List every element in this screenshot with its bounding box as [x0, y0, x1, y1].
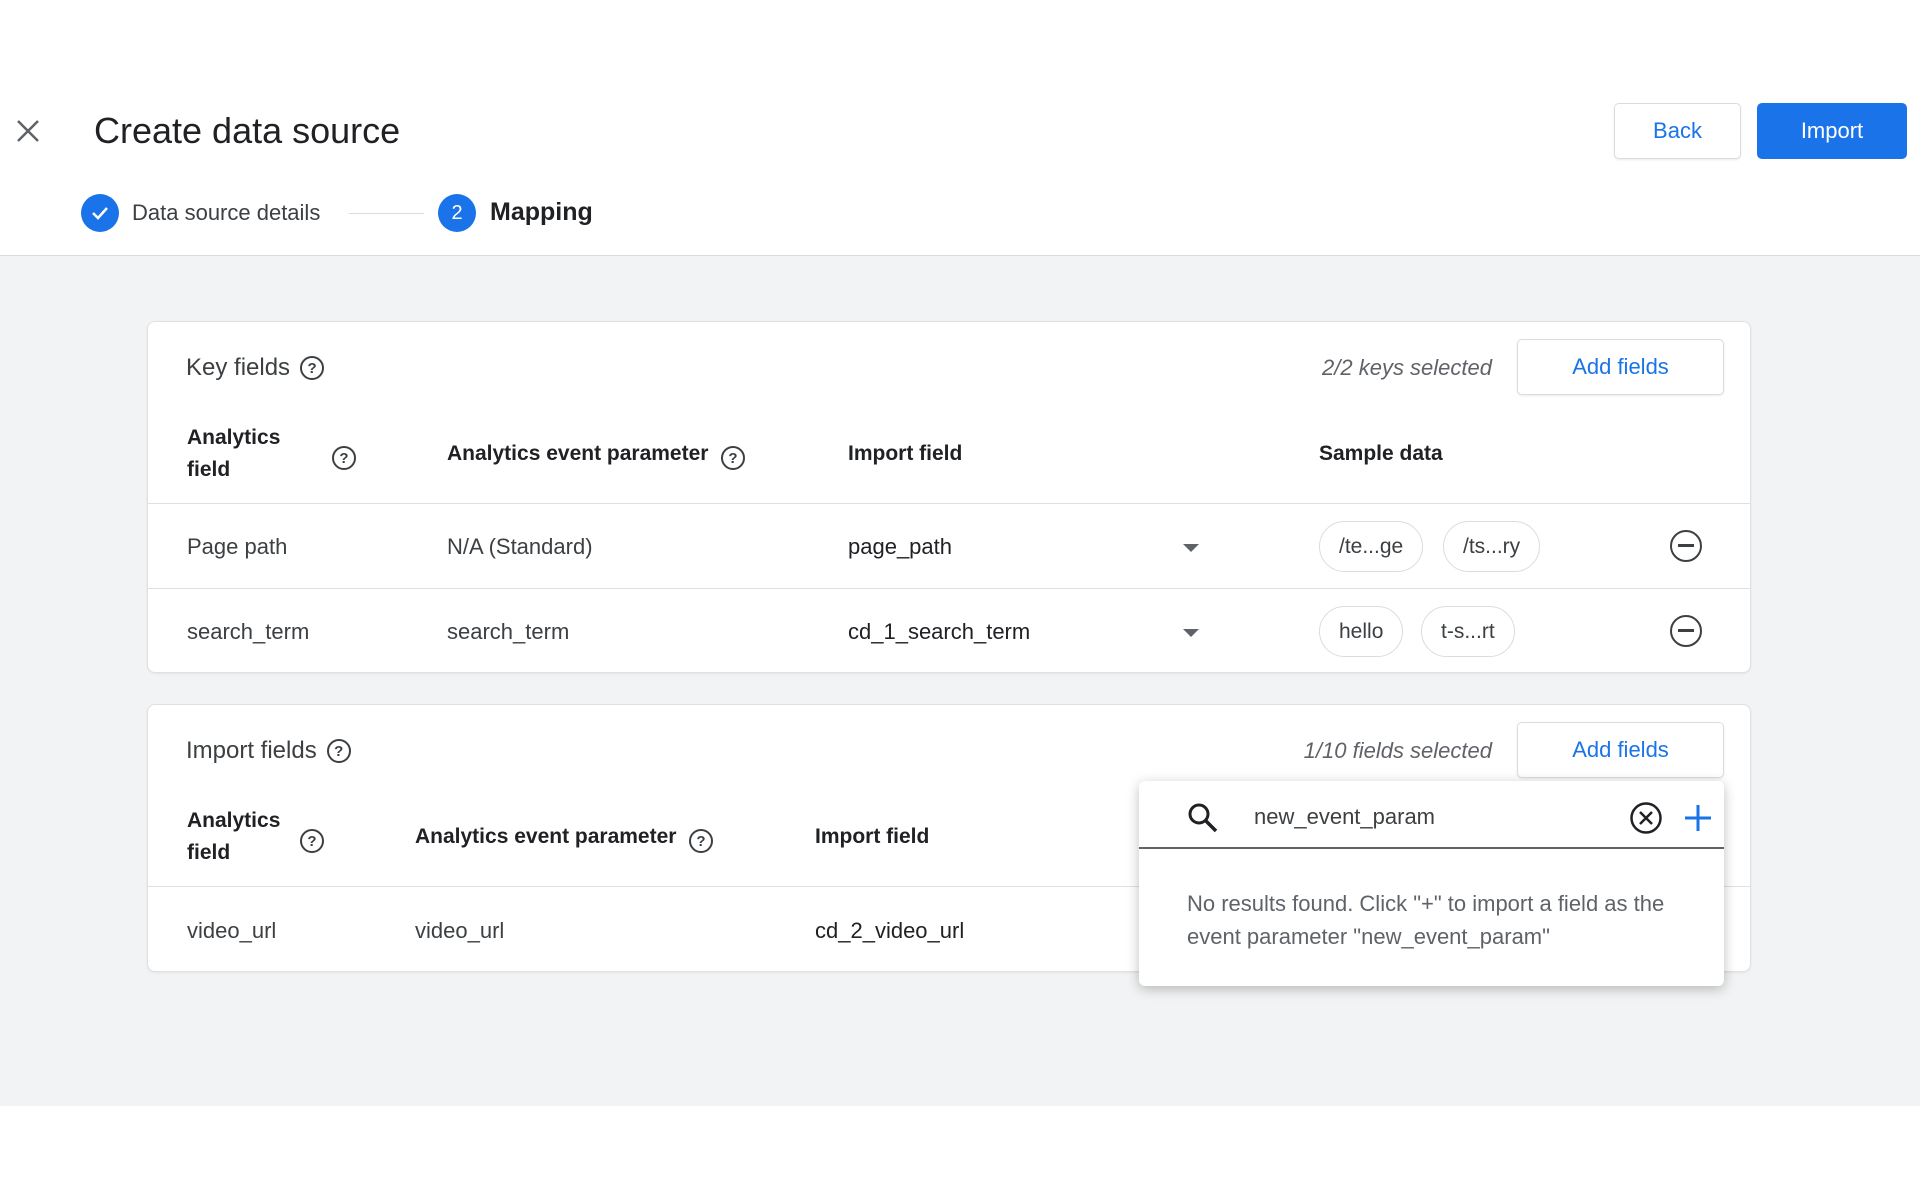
key-fields-title: Key fields?	[186, 354, 325, 382]
help-icon[interactable]: ?	[300, 356, 325, 380]
add-key-fields-button[interactable]: Add fields	[1517, 339, 1724, 395]
remove-row-icon[interactable]	[1670, 615, 1702, 647]
remove-row-icon[interactable]	[1670, 530, 1702, 562]
row-analytics-field: Page path	[187, 534, 288, 559]
row-analytics-field: video_url	[187, 918, 277, 943]
key-fields-title-text: Key fields	[186, 354, 291, 381]
import-field-select[interactable]: page_path	[848, 534, 952, 560]
row-event-parameter: search_term	[447, 619, 570, 644]
divider	[148, 503, 1750, 504]
import-fields-title: Import fields?	[186, 737, 351, 765]
sample-chip: /te...ge	[1319, 521, 1424, 572]
close-icon[interactable]	[16, 119, 40, 143]
col-import-field: Import field	[848, 442, 963, 465]
row-event-parameter: N/A (Standard)	[447, 534, 593, 559]
step-2-label: Mapping	[490, 198, 593, 226]
help-icon[interactable]: ?	[332, 446, 356, 470]
col-import-field: Import field	[815, 825, 930, 848]
step-complete-check-icon	[81, 194, 119, 232]
dropdown-arrow-icon[interactable]	[1183, 544, 1199, 552]
page-title: Create data source	[94, 110, 401, 151]
help-icon[interactable]: ?	[300, 829, 324, 853]
row-analytics-field: search_term	[187, 619, 310, 644]
import-fields-title-text: Import fields	[186, 737, 317, 764]
help-icon[interactable]: ?	[326, 739, 351, 763]
add-icon[interactable]	[1683, 803, 1713, 833]
sample-chip: hello	[1319, 606, 1404, 657]
col-event-parameter: Analytics event parameter	[415, 825, 677, 848]
no-results-message: No results found. Click "+" to import a …	[1187, 891, 1665, 949]
step-1-label[interactable]: Data source details	[132, 200, 320, 226]
help-icon[interactable]: ?	[721, 446, 745, 470]
key-fields-card: Key fields? 2/2 keys selected Add fields…	[147, 321, 1751, 673]
search-input[interactable]: new_event_param	[1254, 804, 1435, 830]
add-import-fields-button[interactable]: Add fields	[1517, 722, 1724, 778]
row-import-field: cd_2_video_url	[815, 918, 965, 943]
fields-selected-count: 1/10 fields selected	[1303, 738, 1492, 763]
sample-chip: t-s...rt	[1421, 606, 1515, 657]
sample-chip: /ts...ry	[1443, 521, 1541, 572]
back-button[interactable]: Back	[1614, 103, 1741, 159]
col-event-parameter: Analytics event parameter	[447, 442, 709, 465]
row-event-parameter: video_url	[415, 918, 505, 943]
step-connector	[349, 213, 424, 214]
add-field-popup: new_event_param No results found. Click …	[1139, 781, 1724, 986]
search-icon	[1188, 803, 1218, 833]
header: Create data source Back Import Data sour…	[0, 0, 1920, 256]
step-2-number: 2	[438, 194, 476, 232]
import-button[interactable]: Import	[1757, 103, 1907, 159]
keys-selected-count: 2/2 keys selected	[1322, 355, 1492, 380]
divider	[148, 588, 1750, 589]
help-icon[interactable]: ?	[689, 829, 713, 853]
col-analytics-field: Analytics field	[187, 426, 281, 481]
col-sample-data: Sample data	[1319, 442, 1443, 465]
dropdown-arrow-icon[interactable]	[1183, 629, 1199, 637]
search-underline	[1139, 847, 1724, 849]
clear-icon[interactable]	[1629, 801, 1663, 835]
col-analytics-field: Analytics field	[187, 809, 281, 864]
import-field-select[interactable]: cd_1_search_term	[848, 619, 1030, 645]
